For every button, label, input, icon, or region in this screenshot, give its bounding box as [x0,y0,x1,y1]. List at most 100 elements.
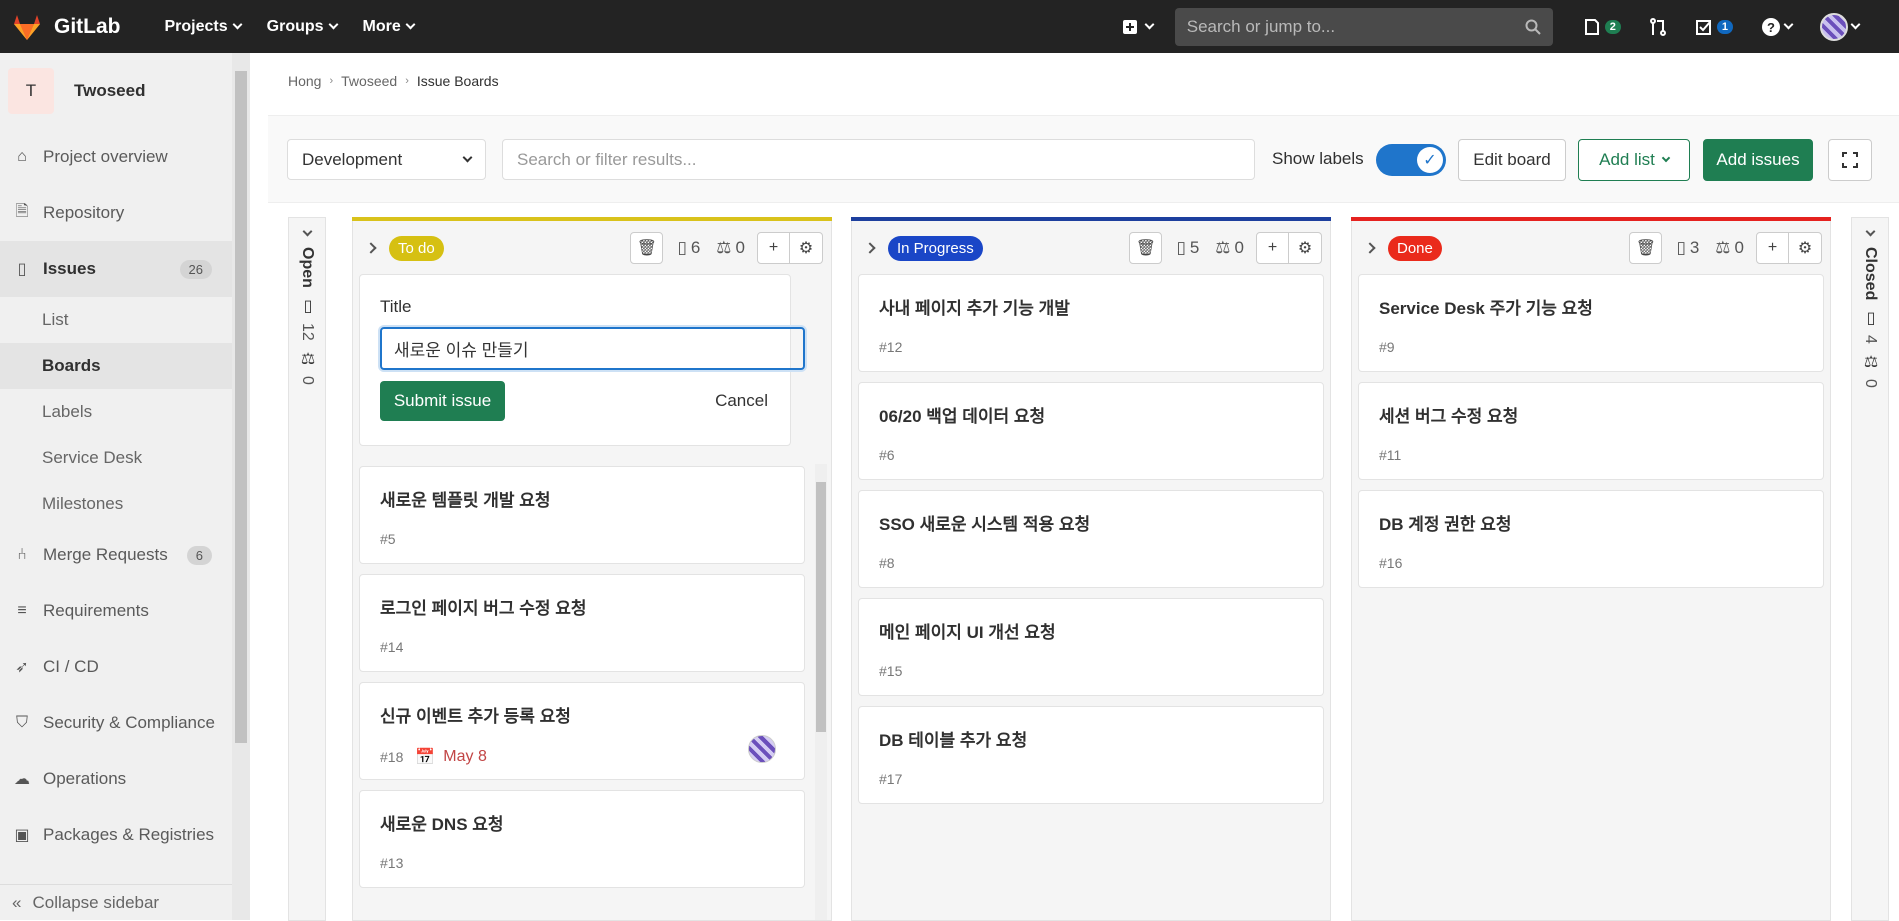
list-scrollbar-thumb[interactable] [816,482,826,732]
issue-card[interactable]: 06/20 백업 데이터 요청 #6 [858,382,1324,480]
breadcrumb-current[interactable]: Issue Boards [417,73,499,89]
plus-icon: + [768,239,779,256]
chevron-down-icon [1661,153,1671,163]
sidebar-item-operations[interactable]: ☁ Operations [0,751,232,807]
trash-icon: 🗑 [636,240,658,257]
project-avatar: T [8,68,54,114]
new-issue-button[interactable]: + [757,232,790,264]
list-scrollbar[interactable] [815,464,827,920]
issue-title: 새로운 템플릿 개발 요청 [380,491,551,510]
delete-list-button[interactable]: 🗑 [630,232,664,264]
new-issue-button[interactable]: + [1256,232,1289,264]
new-dropdown-button[interactable] [1122,19,1155,35]
issue-card[interactable]: 메인 페이지 UI 개선 요청 #15 [858,598,1324,696]
submit-issue-button[interactable]: Submit issue [380,381,505,421]
sidebar-subitem-list[interactable]: List [0,297,232,343]
issue-card[interactable]: DB 계정 권한 요청 #16 [1358,490,1824,588]
sidebar-subitem-service-desk[interactable]: Service Desk [0,435,232,481]
nav-more[interactable]: More [363,18,416,36]
chevron-right-icon[interactable] [864,242,876,254]
issues-icon: ▯ [298,295,316,315]
sidebar-scrollbar[interactable] [232,53,250,920]
list-settings-button[interactable]: ⚙ [790,232,823,264]
chevron-right-icon: › [329,75,334,87]
delete-list-button[interactable]: 🗑 [1129,232,1163,264]
issue-card[interactable]: 로그인 페이지 버그 수정 요청 #14 [359,574,805,672]
breadcrumb: Hong › Twoseed › Issue Boards [288,73,499,89]
sidebar-subitem-boards[interactable]: Boards [0,343,232,389]
sidebar-project-header[interactable]: T Twoseed [0,53,250,129]
list-counts: ▯ 5 ⚖ 0 [1176,238,1244,257]
list-color-bar [851,217,1331,221]
open-list-collapsed[interactable]: Open ▯ 12 ⚖ 0 [288,217,326,921]
sidebar-item-packages[interactable]: ▣ Packages & Registries [0,807,232,863]
sidebar-scrollbar-thumb[interactable] [235,71,247,743]
label-in-progress[interactable]: In Progress [888,235,983,261]
global-search-input[interactable]: Search or jump to... [1174,7,1553,46]
cancel-button[interactable]: Cancel [705,381,778,421]
sidebar-item-repository[interactable]: 🗎 Repository [0,185,232,241]
todos-shortcut[interactable]: 1 [1695,18,1733,36]
issues-icon: ▯ [1861,308,1879,328]
sidebar-item-requirements[interactable]: ≡ Requirements [0,583,232,639]
new-issue-button[interactable]: + [1756,232,1789,264]
nav-projects[interactable]: Projects [165,18,243,36]
maximize-icon [1842,152,1858,168]
plus-icon: + [1267,239,1278,256]
assignee-avatar[interactable] [748,735,776,763]
issue-ref: #18 [380,749,404,765]
nav-groups[interactable]: Groups [267,18,338,36]
label-todo[interactable]: To do [389,235,444,261]
sidebar-item-issues[interactable]: ▯ Issues 26 [0,241,232,297]
issue-card[interactable]: SSO 새로운 시스템 적용 요청 #8 [858,490,1324,588]
sidebar-item-security[interactable]: ⛉ Security & Compliance [0,695,232,751]
chevron-right-icon: › [405,75,409,87]
breadcrumb-hong[interactable]: Hong [288,73,321,89]
list-settings-button[interactable]: ⚙ [1789,232,1822,264]
issue-card[interactable]: 세션 버그 수정 요청 #11 [1358,382,1824,480]
top-navbar: GitLab Projects Groups More Search or ju… [0,0,1899,53]
issue-card[interactable]: 새로운 DNS 요청 #13 [359,790,805,888]
board-switcher-dropdown[interactable]: Development [287,139,486,180]
list-settings-button[interactable]: ⚙ [1289,232,1322,264]
sidebar-subitem-milestones[interactable]: Milestones [0,481,232,527]
issues-shortcut[interactable]: 2 [1583,18,1621,36]
weight-icon: ⚖ [298,348,316,368]
list-header: In Progress 🗑 ▯ 5 ⚖ 0 + ⚙ [852,222,1330,274]
filter-search-input[interactable]: Search or filter results... [502,139,1255,180]
board-filter-bar: Development Search or filter results... … [268,115,1899,203]
issue-title: Service Desk 주가 기능 요청 [1379,299,1593,318]
breadcrumb-project[interactable]: Twoseed [341,73,397,89]
fullscreen-button[interactable] [1828,139,1872,181]
sidebar-item-ci-cd[interactable]: ➶ CI / CD [0,639,232,695]
issue-ref: #11 [1379,447,1402,463]
show-labels-toggle[interactable]: ✓ [1376,144,1446,176]
chevron-right-icon[interactable] [365,242,377,254]
gitlab-logo[interactable]: GitLab [12,13,121,41]
help-dropdown[interactable]: ? [1761,17,1794,37]
plus-square-icon [1122,19,1137,34]
todos-count-badge: 1 [1716,19,1733,34]
label-done[interactable]: Done [1388,235,1442,261]
closed-list-collapsed[interactable]: Closed ▯ 4 ⚖ 0 [1851,217,1889,921]
add-list-button[interactable]: Add list [1578,139,1690,181]
sidebar-subitem-labels[interactable]: Labels [0,389,232,435]
issue-card[interactable]: DB 테이블 추가 요청 #17 [858,706,1324,804]
issue-card[interactable]: 사내 페이지 추가 기능 개발 #12 [858,274,1324,372]
add-issues-button[interactable]: Add issues [1703,139,1813,181]
sidebar-item-project-overview[interactable]: ⌂ Project overview [0,129,232,185]
issue-card[interactable]: 새로운 템플릿 개발 요청 #5 [359,466,805,564]
issue-title-input[interactable]: 새로운 이슈 만들기 [380,327,805,370]
issue-card[interactable]: 신규 이벤트 추가 등록 요청 #18 📅 May 8 [359,682,805,780]
sidebar-item-merge-requests[interactable]: ⑃ Merge Requests 6 [0,527,232,583]
issue-card[interactable]: Service Desk 주가 기능 요청 #9 [1358,274,1824,372]
edit-board-button[interactable]: Edit board [1458,139,1566,181]
doc-icon: 🗎 [15,202,29,220]
open-list-count: 12 [299,322,316,341]
delete-list-button[interactable]: 🗑 [1629,232,1663,264]
collapse-sidebar-button[interactable]: «Collapse sidebar [0,884,232,920]
chevron-right-icon[interactable] [1364,242,1376,254]
merge-requests-shortcut[interactable] [1649,17,1667,36]
main-content: Hong › Twoseed › Issue Boards Development … [268,53,1899,921]
user-menu[interactable] [1820,12,1861,41]
